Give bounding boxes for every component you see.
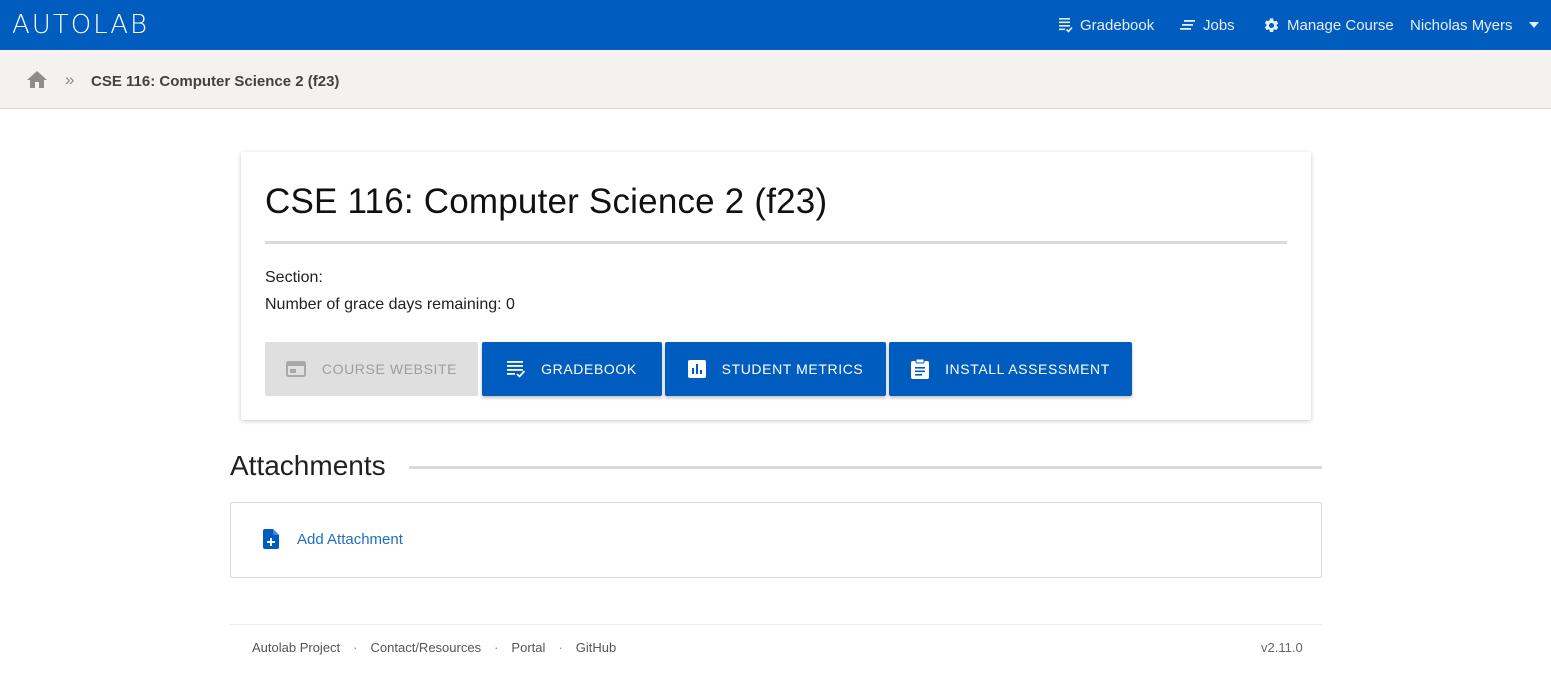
install-assessment-button[interactable]: Install Assessment [889, 342, 1132, 396]
page-title: CSE 116: Computer Science 2 (f23) [265, 182, 828, 221]
user-name: Nicholas Myers [1410, 16, 1513, 34]
footer-link-github[interactable]: GitHub [576, 640, 616, 655]
student-metrics-label: Student Metrics [721, 361, 864, 377]
clipboard-icon [911, 359, 930, 379]
course-card: CSE 116: Computer Science 2 (f23) Sectio… [241, 152, 1311, 420]
footer-separator: · [353, 640, 358, 655]
nav-jobs-label: Jobs [1203, 16, 1235, 34]
top-navbar: AUTOLAB Gradebook Jobs Manage Course Nic… [0, 0, 1551, 50]
jobs-icon [1180, 20, 1195, 30]
section-label: Section: [265, 269, 323, 286]
attachments-divider [409, 466, 1322, 469]
caret-down-icon [1528, 22, 1539, 28]
footer-link-contact-resources[interactable]: Contact/Resources [371, 640, 482, 655]
course-website-label: Course Website [321, 361, 458, 377]
footer-separator: · [558, 640, 563, 655]
breadcrumb: » CSE 116: Computer Science 2 (f23) [0, 50, 1551, 109]
install-assessment-label: Install Assessment [945, 361, 1110, 377]
attachments-heading: Attachments [230, 450, 386, 481]
gradebook-button[interactable]: Gradebook [482, 342, 662, 396]
version-label: v2.11.0 [1261, 640, 1303, 655]
autolab-logo[interactable]: AUTOLAB [12, 8, 149, 42]
footer-link-autolab-project[interactable]: Autolab Project [252, 640, 340, 655]
user-menu[interactable]: Nicholas Myers [1410, 0, 1546, 50]
nav-jobs[interactable]: Jobs [1180, 0, 1235, 50]
gradebook-button-label: Gradebook [541, 361, 637, 377]
home-icon[interactable] [27, 71, 47, 88]
nav-gradebook[interactable]: Gradebook [1058, 0, 1154, 50]
course-website-button: Course Website [265, 342, 478, 396]
gear-icon [1264, 17, 1279, 32]
nav-manage-course-label: Manage Course [1287, 16, 1394, 34]
footer-link-portal[interactable]: Portal [511, 640, 545, 655]
list-check-icon [507, 361, 526, 378]
nav-manage-course[interactable]: Manage Course [1263, 0, 1394, 50]
title-divider [265, 241, 1287, 244]
bar-chart-icon [687, 360, 706, 378]
file-plus-icon [263, 529, 279, 549]
student-metrics-button[interactable]: Student Metrics [665, 342, 886, 396]
breadcrumb-separator: » [65, 70, 75, 89]
grace-days-label: Number of grace days remaining: 0 [265, 296, 515, 313]
gradebook-icon [1059, 18, 1073, 33]
breadcrumb-current: CSE 116: Computer Science 2 (f23) [91, 73, 340, 90]
attachments-panel: Add Attachment [230, 502, 1322, 578]
web-window-icon [285, 361, 306, 377]
add-attachment-label: Add Attachment [297, 530, 403, 548]
footer-separator: · [494, 640, 499, 655]
footer-divider [230, 624, 1322, 625]
add-attachment-link[interactable]: Add Attachment [263, 529, 403, 549]
footer-links: Autolab Project · Contact/Resources · Po… [252, 640, 616, 655]
nav-gradebook-label: Gradebook [1080, 16, 1155, 34]
